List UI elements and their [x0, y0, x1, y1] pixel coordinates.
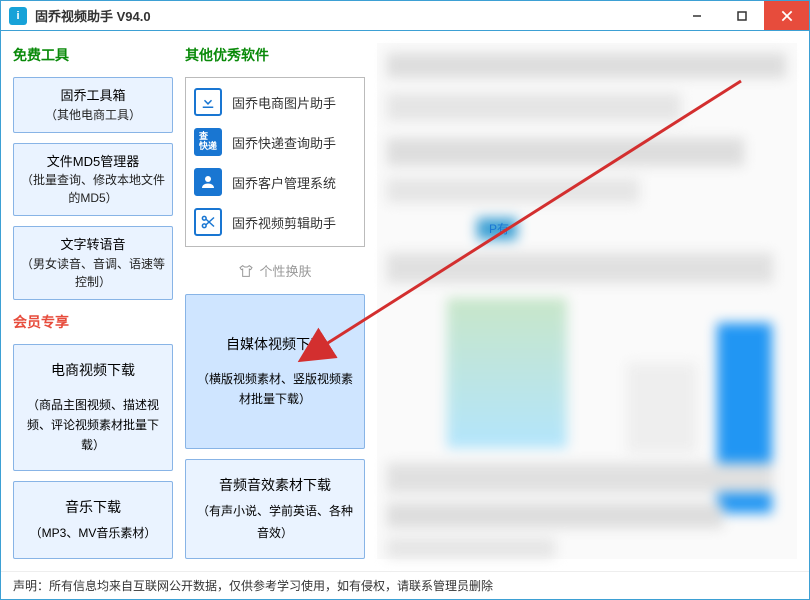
lookup-icon: 查快递 [194, 128, 222, 156]
middle-column: 其他优秀软件 固乔电商图片助手 查快递 固乔快递查询助手 固乔客户管理系统 固乔… [185, 43, 365, 559]
member-btn-desc: （商品主图视频、描述视频、评论视频素材批量下载） [22, 395, 164, 456]
member-music[interactable]: 音乐下载 （MP3、MV音乐素材） [13, 481, 173, 559]
minimize-button[interactable] [674, 1, 719, 30]
tool-toolbox[interactable]: 固乔工具箱 （其他电商工具） [13, 77, 173, 133]
footer-disclaimer: 声明：所有信息均来自互联网公开数据，仅供参考学习使用，如有侵权，请联系管理员删除 [1, 571, 809, 599]
member-btn-title: 电商视频下载 [22, 359, 164, 383]
soft-crm[interactable]: 固乔客户管理系统 [194, 168, 356, 196]
other-software-title: 其他优秀软件 [185, 43, 365, 67]
member-btn-title: 音频音效素材下载 [194, 474, 356, 498]
download-icon [194, 88, 222, 116]
left-column: 免费工具 固乔工具箱 （其他电商工具） 文件MD5管理器 （批量查询、修改本地文… [13, 43, 173, 559]
tool-title: 固乔工具箱 [20, 86, 166, 106]
tool-title: 文件MD5管理器 [20, 152, 166, 172]
member-btn-title: 音乐下载 [22, 496, 164, 520]
soft-express-query[interactable]: 查快递 固乔快递查询助手 [194, 128, 356, 156]
tool-desc: （其他电商工具） [20, 106, 166, 124]
user-icon [194, 168, 222, 196]
maximize-button[interactable] [719, 1, 764, 30]
content-area: 免费工具 固乔工具箱 （其他电商工具） 文件MD5管理器 （批量查询、修改本地文… [1, 31, 809, 571]
window-title: 固乔视频助手 V94.0 [35, 6, 674, 25]
soft-image-helper[interactable]: 固乔电商图片助手 [194, 88, 356, 116]
member-audio[interactable]: 音频音效素材下载 （有声小说、学前英语、各种音效） [185, 459, 365, 559]
tool-desc: （男女读音、音调、语速等控制） [20, 255, 166, 291]
skin-link[interactable]: 个性换肤 [185, 257, 365, 284]
other-software-box: 固乔电商图片助手 查快递 固乔快递查询助手 固乔客户管理系统 固乔视频剪辑助手 [185, 77, 365, 247]
skin-label: 个性换肤 [259, 261, 311, 280]
titlebar: i 固乔视频助手 V94.0 [1, 1, 809, 31]
preview-text-snippet: P有 [489, 220, 509, 237]
app-icon: i [9, 7, 27, 25]
tool-desc: （批量查询、修改本地文件的MD5） [20, 171, 166, 207]
tool-tts[interactable]: 文字转语音 （男女读音、音调、语速等控制） [13, 226, 173, 300]
app-window: i 固乔视频助手 V94.0 免费工具 固乔工具箱 （其他电商工具） 文件MD5… [0, 0, 810, 600]
close-button[interactable] [764, 1, 809, 30]
soft-label: 固乔快递查询助手 [232, 133, 336, 152]
member-ecommerce-video[interactable]: 电商视频下载 （商品主图视频、描述视频、评论视频素材批量下载） [13, 344, 173, 472]
member-btn-desc: （MP3、MV音乐素材） [30, 526, 157, 540]
soft-label: 固乔视频剪辑助手 [232, 213, 336, 232]
preview-panel: P有 [377, 43, 797, 559]
soft-video-editor[interactable]: 固乔视频剪辑助手 [194, 208, 356, 236]
free-tools-title: 免费工具 [13, 43, 173, 67]
member-btn-desc: （有声小说、学前英语、各种音效） [197, 504, 353, 540]
member-btn-title: 自媒体视频下载 [194, 333, 356, 357]
tool-md5[interactable]: 文件MD5管理器 （批量查询、修改本地文件的MD5） [13, 143, 173, 217]
soft-label: 固乔客户管理系统 [232, 173, 336, 192]
member-title: 会员专享 [13, 310, 173, 334]
window-controls [674, 1, 809, 30]
soft-label: 固乔电商图片助手 [232, 93, 336, 112]
member-selfmedia-video[interactable]: 自媒体视频下载 （横版视频素材、竖版视频素材批量下载） [185, 294, 365, 449]
preview-blurred [377, 43, 797, 559]
scissors-icon [194, 208, 222, 236]
tshirt-icon [238, 263, 254, 279]
member-btn-desc: （横版视频素材、竖版视频素材批量下载） [194, 369, 356, 410]
tool-title: 文字转语音 [20, 235, 166, 255]
